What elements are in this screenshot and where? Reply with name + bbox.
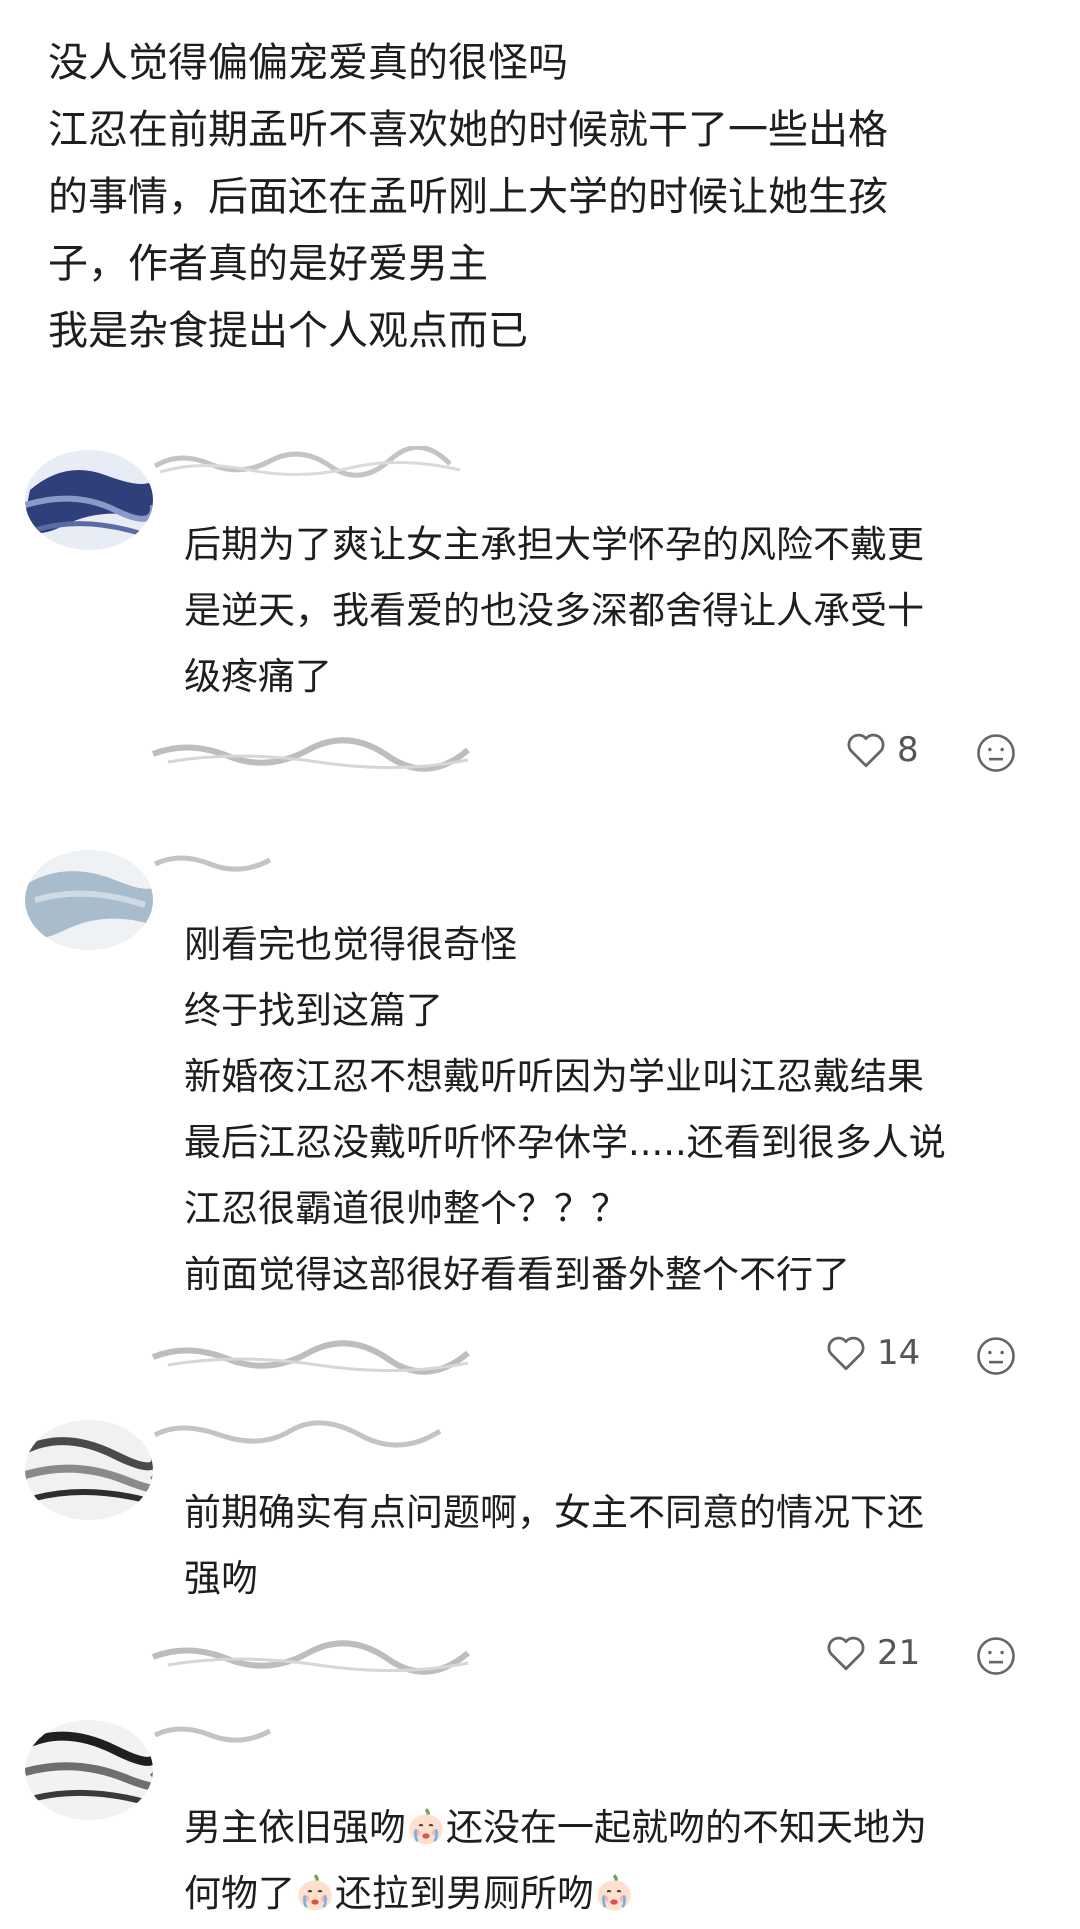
crying-face-emoji xyxy=(409,1808,443,1845)
reaction-button[interactable] xyxy=(975,1335,1017,1377)
comment-line: 级疼痛了 xyxy=(184,655,332,698)
comment-meta-blurred xyxy=(148,732,478,772)
comment-line: 前期确实有点问题啊，女主不同意的情况下还 xyxy=(184,1491,924,1534)
comment-line: 新婚夜江忍不想戴听听因为学业叫江忍戴结果 xyxy=(184,1055,924,1098)
like-button[interactable]: 21 xyxy=(825,1633,920,1673)
heart-outline-icon xyxy=(827,1336,865,1371)
comment-line: 刚看完也觉得很奇怪 xyxy=(184,923,517,966)
comment-line: 是逆天，我看爱的也没多深都舍得让人承受十 xyxy=(184,589,924,632)
like-count: 14 xyxy=(877,1333,921,1373)
comment-meta-blurred xyxy=(148,1635,478,1675)
username-blurred[interactable] xyxy=(150,1715,470,1749)
avatar[interactable] xyxy=(25,450,153,550)
post-text: 没人觉得偏偏宠爱真的很怪吗 江忍在前期孟听不喜欢她的时候就干了一些出格 的事情，… xyxy=(48,30,1028,365)
post-line: 江忍在前期孟听不喜欢她的时候就干了一些出格 xyxy=(48,107,888,153)
comment-line: 江忍很霸道很帅整个？？？ xyxy=(184,1187,628,1230)
comment-meta-blurred xyxy=(148,1335,478,1375)
comment-line: 前面觉得这部很好看看到番外整个不行了 xyxy=(184,1253,850,1296)
username-blurred[interactable] xyxy=(150,1415,470,1449)
like-count: 21 xyxy=(877,1633,921,1673)
post-line: 我是杂食提出个人观点而已 xyxy=(48,308,528,354)
comment-line: 后期为了爽让女主承担大学怀孕的风险不戴更 xyxy=(184,523,924,566)
heart-outline-icon xyxy=(847,733,885,768)
username-blurred[interactable] xyxy=(150,446,470,480)
avatar[interactable] xyxy=(25,850,153,950)
comment-line: 强吻 xyxy=(184,1557,258,1600)
comment-line: 何物了 还拉到男厕所吻 xyxy=(184,1861,1044,1927)
like-count: 8 xyxy=(897,730,919,770)
post-line: 的事情，后面还在孟听刚上大学的时候让她生孩 xyxy=(48,174,888,220)
comment-text: 男主依旧强吻 还没在一起就吻的不知天地为 何物了 还拉到男厕所吻 xyxy=(184,1795,1044,1927)
crying-face-emoji xyxy=(298,1874,332,1911)
heart-outline-icon xyxy=(827,1636,865,1671)
crying-face-emoji xyxy=(597,1874,631,1911)
comment-line: 男主依旧强吻 还没在一起就吻的不知天地为 xyxy=(184,1806,927,1849)
comment-text: 刚看完也觉得很奇怪 终于找到这篇了 新婚夜江忍不想戴听听因为学业叫江忍戴结果 最… xyxy=(184,912,1044,1308)
like-button[interactable]: 14 xyxy=(825,1333,920,1373)
reaction-button[interactable] xyxy=(975,1635,1017,1677)
avatar[interactable] xyxy=(25,1420,153,1520)
neutral-face-icon xyxy=(977,734,1015,772)
comment-text: 前期确实有点问题啊，女主不同意的情况下还 强吻 xyxy=(184,1480,1044,1612)
neutral-face-icon xyxy=(977,1337,1015,1375)
avatar[interactable] xyxy=(25,1720,153,1820)
like-button[interactable]: 8 xyxy=(845,730,919,770)
post-line: 没人觉得偏偏宠爱真的很怪吗 xyxy=(48,40,568,86)
comment-line: 终于找到这篇了 xyxy=(184,989,443,1032)
username-blurred[interactable] xyxy=(150,844,470,878)
neutral-face-icon xyxy=(977,1637,1015,1675)
reaction-button[interactable] xyxy=(975,732,1017,774)
comment-text: 后期为了爽让女主承担大学怀孕的风险不戴更 是逆天，我看爱的也没多深都舍得让人承受… xyxy=(184,512,1044,710)
comment-line: 最后江忍没戴听听怀孕休学.....还看到很多人说 xyxy=(184,1121,946,1164)
post-line: 子，作者真的是好爱男主 xyxy=(48,241,488,287)
